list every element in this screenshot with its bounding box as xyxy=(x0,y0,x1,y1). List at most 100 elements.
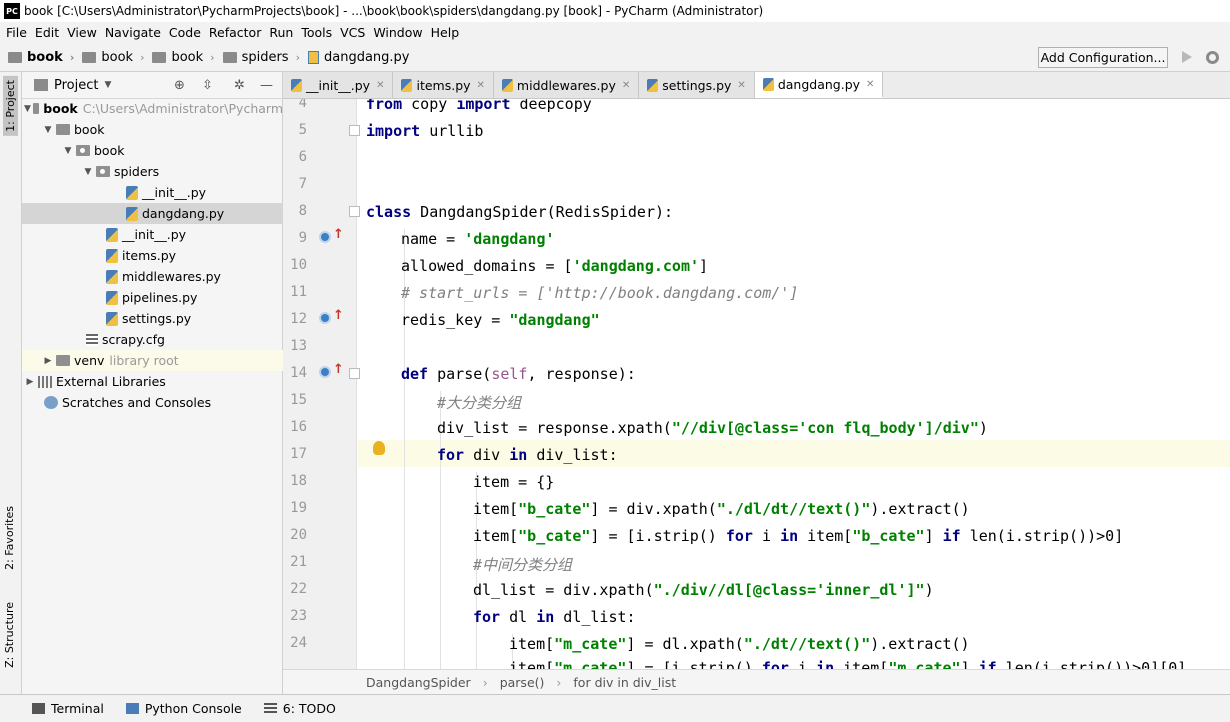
tree-item-settings[interactable]: settings.py xyxy=(22,308,283,329)
tab-settings[interactable]: settings.py ✕ xyxy=(639,72,755,98)
menu-help[interactable]: Help xyxy=(427,25,464,40)
tool-tab-favorites[interactable]: 2: Favorites xyxy=(3,506,16,570)
tree-item-pipelines[interactable]: pipelines.py xyxy=(22,287,283,308)
chevron-down-icon[interactable]: ▼ xyxy=(104,80,111,90)
bottom-tool-bar: Terminal Python Console 6: TODO xyxy=(0,694,1230,722)
tree-item-book-init[interactable]: __init__.py xyxy=(22,224,283,245)
code-line-19: item["b_cate"] = div.xpath("./dl/dt//tex… xyxy=(473,500,970,518)
code-line-17: for div in div_list: xyxy=(437,446,618,464)
breadcrumb-book-package[interactable]: book › xyxy=(152,50,215,65)
chevron-right-icon[interactable]: ▶ xyxy=(42,356,54,366)
close-icon[interactable]: ✕ xyxy=(866,79,874,90)
python-file-icon xyxy=(106,311,118,326)
close-icon[interactable]: ✕ xyxy=(737,80,745,91)
python-file-icon xyxy=(647,78,659,92)
breadcrumb-project[interactable]: book › xyxy=(8,50,74,65)
target-icon[interactable]: ⊕ xyxy=(174,78,185,93)
tree-item-middlewares[interactable]: middlewares.py xyxy=(22,266,283,287)
code-editor[interactable]: 4 5 6 7 8 9 10 11 12 13 14 15 16 17 18 1… xyxy=(283,99,1230,669)
python-file-icon xyxy=(106,290,118,305)
tree-item-external-libraries[interactable]: ▶ External Libraries xyxy=(22,371,283,392)
add-configuration-button[interactable]: Add Configuration... xyxy=(1038,47,1168,68)
tab-dangdang[interactable]: dangdang.py ✕ xyxy=(754,72,884,98)
code-crumb-loop[interactable]: for div in div_list xyxy=(573,675,676,690)
tree-item-spiders-init[interactable]: __init__.py xyxy=(22,182,283,203)
menu-run[interactable]: Run xyxy=(265,25,297,40)
navigation-bar: book › book › book › spiders › dangdang.py A… xyxy=(0,43,1230,72)
python-file-icon xyxy=(291,78,302,92)
code-line-23: for dl in dl_list: xyxy=(473,608,636,626)
override-marker-icon[interactable] xyxy=(319,231,331,243)
tab-init[interactable]: __init__.py ✕ xyxy=(283,72,394,98)
breadcrumb-file[interactable]: dangdang.py xyxy=(307,50,409,65)
tree-item-scratches[interactable]: Scratches and Consoles xyxy=(22,392,283,413)
override-marker-icon[interactable] xyxy=(319,366,331,378)
gear-icon[interactable] xyxy=(1206,51,1219,64)
tree-item-dangdang[interactable]: dangdang.py xyxy=(22,203,283,224)
scratches-icon xyxy=(44,396,58,409)
folder-icon xyxy=(152,51,167,63)
lightbulb-icon[interactable] xyxy=(373,441,385,455)
menu-vcs[interactable]: VCS xyxy=(336,25,369,40)
code-line-11: # start_urls = ['http://book.dangdang.co… xyxy=(401,284,799,302)
tree-item-root[interactable]: ▼ book C:\Users\Administrator\Pycharm xyxy=(22,98,283,119)
tab-middlewares[interactable]: middlewares.py ✕ xyxy=(493,72,640,98)
play-icon[interactable] xyxy=(1182,51,1192,63)
project-panel-header: Project ▼ ⊕ ⇳ ✲ — xyxy=(22,72,282,99)
python-file-icon xyxy=(401,78,413,92)
tree-item-book[interactable]: ▼ book xyxy=(22,119,283,140)
settings-icon[interactable]: ✲ xyxy=(234,78,245,93)
python-file-icon xyxy=(762,77,774,91)
tree-item-venv[interactable]: ▶ venv library root xyxy=(22,350,283,371)
tool-tab-structure[interactable]: Z: Structure xyxy=(3,602,16,668)
python-file-icon xyxy=(106,269,118,284)
chevron-right-icon[interactable]: ▶ xyxy=(24,377,36,387)
menu-tools[interactable]: Tools xyxy=(297,25,336,40)
menu-refactor[interactable]: Refactor xyxy=(205,25,265,40)
chevron-down-icon[interactable]: ▼ xyxy=(82,167,94,177)
fold-icon[interactable] xyxy=(349,368,360,379)
code-line-22: dl_list = div.xpath("./div//dl[@class='i… xyxy=(473,581,934,599)
menu-edit[interactable]: Edit xyxy=(31,25,63,40)
fold-icon[interactable] xyxy=(349,125,360,136)
python-file-icon xyxy=(106,248,118,263)
project-panel: Project ▼ ⊕ ⇳ ✲ — ▼ book C:\Users\Admini… xyxy=(22,72,283,694)
tab-items[interactable]: items.py ✕ xyxy=(393,72,494,98)
python-console-button[interactable]: Python Console xyxy=(125,701,242,716)
terminal-button[interactable]: Terminal xyxy=(32,701,104,716)
folder-icon xyxy=(222,51,237,63)
hide-panel-icon[interactable]: — xyxy=(260,78,273,93)
code-crumb-class[interactable]: DangdangSpider xyxy=(366,675,471,690)
tree-item-items[interactable]: items.py xyxy=(22,245,283,266)
chevron-down-icon[interactable]: ▼ xyxy=(62,146,74,156)
override-marker-icon[interactable] xyxy=(319,312,331,324)
menu-window[interactable]: Window xyxy=(369,25,426,40)
tree-item-scrapy-cfg[interactable]: scrapy.cfg xyxy=(22,329,283,350)
title-bar: PC book [C:\Users\Administrator\PycharmP… xyxy=(0,0,1230,22)
tool-tab-project[interactable]: 1: Project xyxy=(3,76,18,136)
python-icon xyxy=(125,703,139,714)
collapse-all-icon[interactable]: ⇳ xyxy=(202,78,213,93)
pycharm-logo-icon: PC xyxy=(4,3,20,19)
menu-navigate[interactable]: Navigate xyxy=(101,25,165,40)
code-line-21: #中间分类分组 xyxy=(473,556,573,574)
menu-view[interactable]: View xyxy=(63,25,101,40)
code-crumb-method[interactable]: parse() xyxy=(500,675,545,690)
tree-item-spiders[interactable]: ▼ spiders xyxy=(22,161,283,182)
chevron-down-icon[interactable]: ▼ xyxy=(42,125,54,135)
close-icon[interactable]: ✕ xyxy=(477,80,485,91)
menu-code[interactable]: Code xyxy=(165,25,205,40)
close-icon[interactable]: ✕ xyxy=(622,80,630,91)
todo-button[interactable]: 6: TODO xyxy=(263,701,336,716)
breadcrumb-book[interactable]: book › xyxy=(82,50,144,65)
fold-icon[interactable] xyxy=(349,206,360,217)
project-view-selector[interactable]: Project xyxy=(54,78,98,93)
close-icon[interactable]: ✕ xyxy=(376,80,384,91)
chevron-down-icon[interactable]: ▼ xyxy=(24,104,31,114)
menu-file[interactable]: File xyxy=(2,25,31,40)
code-line-16: div_list = response.xpath("//div[@class=… xyxy=(437,419,988,437)
breadcrumb-spiders[interactable]: spiders › xyxy=(222,50,300,65)
list-icon xyxy=(263,703,277,714)
tree-item-book-package[interactable]: ▼ book xyxy=(22,140,283,161)
code-line-10: allowed_domains = ['dangdang.com'] xyxy=(401,257,709,275)
